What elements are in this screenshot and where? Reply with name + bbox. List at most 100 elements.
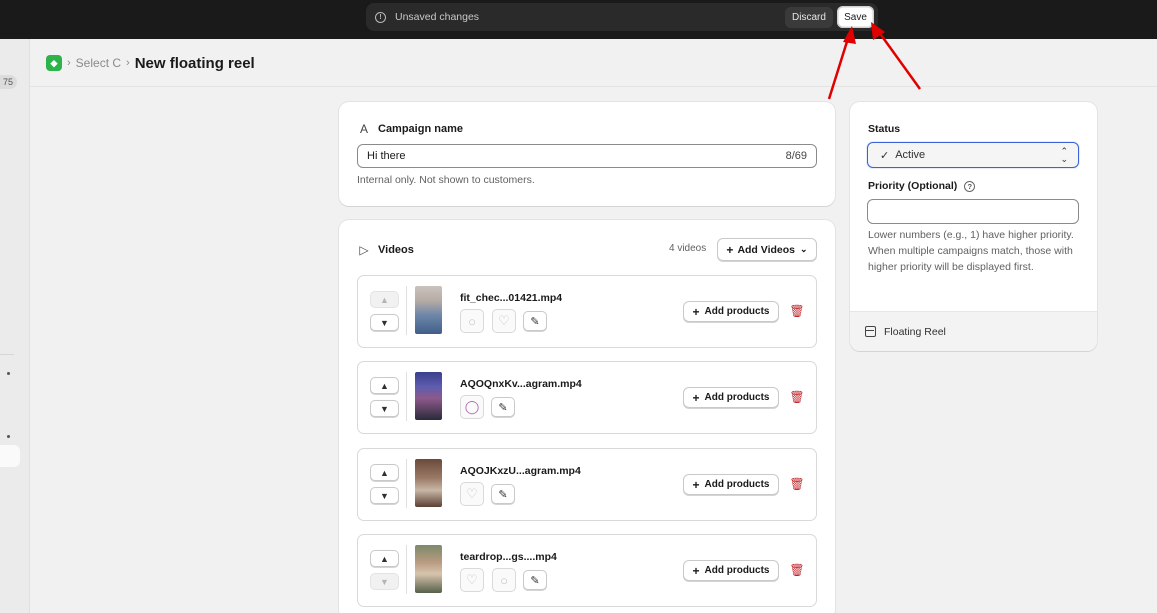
row-divider — [406, 459, 407, 508]
move-down-button[interactable]: ▼ — [370, 314, 399, 331]
video-filename: fit_chec...01421.mp4 — [460, 292, 563, 304]
add-products-button[interactable]: + Add products — [683, 301, 779, 322]
add-products-button[interactable]: + Add products — [683, 474, 779, 495]
delete-icon[interactable]: 🗑 — [789, 390, 804, 404]
campaign-name-title: Campaign name — [378, 123, 463, 135]
video-row: ▲ ▼ teardrop...gs....mp4 ♡ ○ ✎ + Add prod… — [357, 534, 817, 607]
ring-icon: ○ — [468, 313, 476, 329]
video-row: ▲ ▼ AQOQnxKv...agram.mp4 ◯ ✎ + Add produc… — [357, 361, 817, 434]
edit-products-button[interactable]: ✎ — [523, 570, 547, 590]
unsaved-changes-bar: ! Unsaved changes Discard Save — [366, 3, 878, 31]
move-down-button[interactable]: ▼ — [370, 400, 399, 417]
campaign-name-heading: A Campaign name — [357, 122, 463, 136]
move-up-button[interactable]: ▲ — [370, 464, 399, 481]
annotation-arrow — [827, 31, 852, 100]
chevron-up-icon: ▲ — [380, 467, 389, 478]
video-filename: teardrop...gs....mp4 — [460, 551, 557, 563]
move-down-button[interactable]: ▼ — [370, 487, 399, 504]
checkmark-icon: ✓ — [880, 149, 890, 162]
select-arrows-icon: ⌃ ⌄ — [1060, 146, 1068, 164]
add-products-label: Add products — [704, 479, 770, 490]
info-icon: ! — [375, 11, 386, 23]
status-card: Status ✓ Active ⌃ ⌄ Priority (Optional) ?… — [850, 102, 1097, 351]
product-thumbnail[interactable]: ♡ — [460, 482, 484, 506]
edit-products-button[interactable]: ✎ — [523, 311, 547, 331]
delete-icon[interactable]: 🗑 — [789, 477, 804, 491]
delete-icon[interactable]: 🗑 — [789, 304, 804, 318]
move-up-button[interactable]: ▲ — [370, 377, 399, 394]
chevron-up-icon: ▲ — [380, 294, 389, 305]
video-row: ▲ ▼ fit_chec...01421.mp4 ○ ♡ ✎ + Add prod… — [357, 275, 817, 348]
add-products-label: Add products — [704, 392, 770, 403]
breadcrumb-parent[interactable]: Select C — [76, 56, 121, 70]
chevron-down-icon: ▼ — [380, 317, 389, 328]
priority-label: Priority (Optional) — [868, 180, 958, 192]
campaign-name-value[interactable]: Hi there — [367, 150, 406, 162]
save-button[interactable]: Save — [837, 6, 874, 28]
layout-type-label: Floating Reel — [884, 325, 946, 338]
add-videos-button[interactable]: + Add Videos ⌄ — [717, 238, 817, 261]
move-down-button[interactable]: ▼ — [370, 573, 399, 590]
nav-bullet[interactable] — [7, 435, 10, 438]
status-label: Status — [868, 123, 901, 135]
video-thumbnail[interactable] — [415, 545, 442, 593]
nav-count-badge: 75 — [0, 75, 17, 89]
chevron-up-icon: ▲ — [380, 553, 389, 564]
status-select[interactable]: ✓ Active ⌃ ⌄ — [867, 142, 1079, 168]
necklace-icon: ♡ — [466, 572, 478, 587]
pencil-icon: ✎ — [498, 488, 508, 501]
move-up-button[interactable]: ▲ — [370, 550, 399, 567]
help-icon[interactable]: ? — [964, 180, 976, 192]
chevron-right-icon: › — [67, 57, 71, 69]
discard-button[interactable]: Discard — [785, 7, 833, 28]
priority-input[interactable] — [867, 199, 1079, 224]
unsaved-changes-text: Unsaved changes — [395, 11, 480, 23]
edit-products-button[interactable]: ✎ — [491, 397, 515, 417]
product-thumbnail[interactable]: ◯ — [460, 395, 484, 419]
chevron-down-icon: ⌄ — [800, 244, 808, 254]
video-thumbnail[interactable] — [415, 286, 442, 334]
add-products-button[interactable]: + Add products — [683, 560, 779, 581]
product-thumbnail[interactable]: ♡ — [460, 568, 484, 592]
add-products-button[interactable]: + Add products — [683, 387, 779, 408]
chevron-up-icon: ▲ — [380, 380, 389, 391]
text-format-icon: A — [359, 122, 368, 136]
nav-bullet[interactable] — [7, 372, 10, 375]
ring-icon: ○ — [500, 572, 508, 588]
nav-active-item[interactable] — [0, 445, 20, 467]
header-divider — [30, 86, 1157, 87]
video-thumbnail[interactable] — [415, 459, 442, 507]
left-navigation: 75 — [0, 39, 30, 613]
edit-products-button[interactable]: ✎ — [491, 484, 515, 504]
plus-icon: + — [692, 304, 700, 319]
top-bar: ! Unsaved changes Discard Save — [0, 0, 1157, 39]
chevron-down-icon: ▼ — [380, 490, 389, 501]
bracelet-icon: ◯ — [464, 399, 480, 414]
page-title: New floating reel — [134, 54, 255, 72]
row-divider — [406, 286, 407, 335]
layout-icon — [865, 326, 876, 337]
app-tag-icon[interactable]: ◆ — [46, 55, 62, 71]
priority-help-text: Lower numbers (e.g., 1) have higher prio… — [868, 229, 1074, 273]
plus-icon: + — [692, 390, 700, 405]
videos-heading: ▷ Videos — [357, 243, 414, 257]
chevron-down-icon: ▼ — [380, 403, 389, 414]
videos-title: Videos — [378, 244, 414, 256]
campaign-name-input[interactable]: Hi there 8/69 — [357, 144, 817, 168]
product-thumbnail[interactable]: ♡ — [492, 309, 516, 333]
status-value: Active — [895, 149, 926, 161]
necklace-icon: ♡ — [466, 486, 478, 501]
product-thumbnail[interactable]: ○ — [460, 309, 484, 333]
move-up-button[interactable]: ▲ — [370, 291, 399, 308]
delete-icon[interactable]: 🗑 — [789, 563, 804, 577]
video-row: ▲ ▼ AQOJKxzU...agram.mp4 ♡ ✎ + Add produc… — [357, 448, 817, 521]
character-counter: 8/69 — [785, 150, 807, 162]
priority-heading: Priority (Optional) ? — [868, 180, 976, 192]
pencil-icon: ✎ — [530, 574, 540, 587]
video-thumbnail[interactable] — [415, 372, 442, 420]
videos-card: ▷ Videos 4 videos + Add Videos ⌄ ▲ ▼ fit… — [339, 220, 835, 613]
product-thumbnail[interactable]: ○ — [492, 568, 516, 592]
campaign-name-help: Internal only. Not shown to customers. — [357, 174, 535, 186]
chevron-down-icon: ▼ — [380, 576, 389, 587]
pencil-icon: ✎ — [498, 401, 508, 414]
